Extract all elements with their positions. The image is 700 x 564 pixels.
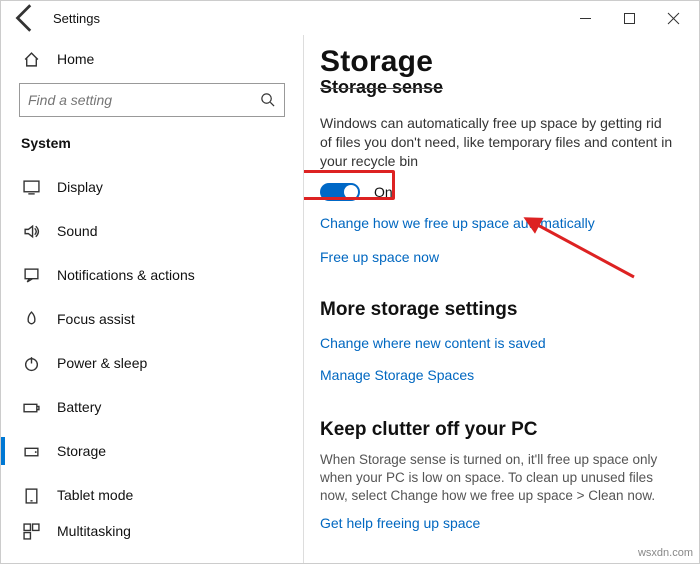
display-icon	[21, 177, 41, 197]
sidebar-item-display[interactable]: Display	[1, 165, 303, 209]
storage-sense-toggle[interactable]	[320, 183, 360, 201]
multitasking-icon	[21, 521, 41, 541]
section-heading: System	[1, 127, 303, 165]
battery-icon	[21, 397, 41, 417]
sound-icon	[21, 221, 41, 241]
window-title: Settings	[53, 11, 100, 26]
sidebar-item-label: Notifications & actions	[57, 267, 195, 283]
minimize-button[interactable]	[563, 3, 607, 33]
sidebar-item-power-sleep[interactable]: Power & sleep	[1, 341, 303, 385]
link-free-now[interactable]: Free up space now	[320, 249, 675, 265]
sidebar-item-tablet-mode[interactable]: Tablet mode	[1, 473, 303, 517]
link-change-auto[interactable]: Change how we free up space automaticall…	[320, 215, 675, 231]
sidebar-item-battery[interactable]: Battery	[1, 385, 303, 429]
sidebar-item-sound[interactable]: Sound	[1, 209, 303, 253]
home-icon	[21, 49, 41, 69]
clutter-heading: Keep clutter off your PC	[320, 419, 675, 441]
toggle-state-label: On	[374, 184, 393, 200]
sidebar-item-storage[interactable]: Storage	[1, 429, 303, 473]
search-icon	[260, 92, 276, 108]
link-change-where[interactable]: Change where new content is saved	[320, 335, 675, 351]
power-icon	[21, 353, 41, 373]
home-nav[interactable]: Home	[1, 39, 303, 79]
sidebar-item-label: Multitasking	[57, 523, 131, 539]
link-help-freeing[interactable]: Get help freeing up space	[320, 515, 675, 531]
clutter-description: When Storage sense is turned on, it'll f…	[320, 451, 675, 506]
search-field[interactable]	[28, 92, 260, 108]
sidebar-item-label: Focus assist	[57, 311, 135, 327]
main-pane: Storage Storage sense Windows can automa…	[304, 35, 699, 563]
page-title: Storage	[320, 45, 675, 79]
sidebar: Home System Display Sound Notificatio	[1, 35, 304, 563]
maximize-button[interactable]	[607, 3, 651, 33]
link-manage-spaces[interactable]: Manage Storage Spaces	[320, 367, 675, 383]
notifications-icon	[21, 265, 41, 285]
sidebar-item-focus-assist[interactable]: Focus assist	[1, 297, 303, 341]
tablet-icon	[21, 485, 41, 505]
home-label: Home	[57, 51, 94, 67]
search-input[interactable]	[19, 83, 285, 117]
sidebar-item-label: Power & sleep	[57, 355, 147, 371]
watermark: wsxdn.com	[638, 547, 693, 559]
sidebar-item-label: Storage	[57, 443, 106, 459]
sidebar-item-label: Sound	[57, 223, 97, 239]
section-title-cut: Storage sense	[320, 77, 675, 98]
sidebar-item-label: Tablet mode	[57, 487, 133, 503]
focus-assist-icon	[21, 309, 41, 329]
sidebar-item-multitasking[interactable]: Multitasking	[1, 517, 303, 545]
sidebar-item-notifications[interactable]: Notifications & actions	[1, 253, 303, 297]
sidebar-item-label: Battery	[57, 399, 101, 415]
close-button[interactable]	[651, 3, 695, 33]
storage-sense-description: Windows can automatically free up space …	[320, 114, 675, 171]
back-button[interactable]	[9, 1, 43, 35]
sidebar-item-label: Display	[57, 179, 103, 195]
storage-icon	[21, 441, 41, 461]
more-settings-heading: More storage settings	[320, 299, 675, 321]
